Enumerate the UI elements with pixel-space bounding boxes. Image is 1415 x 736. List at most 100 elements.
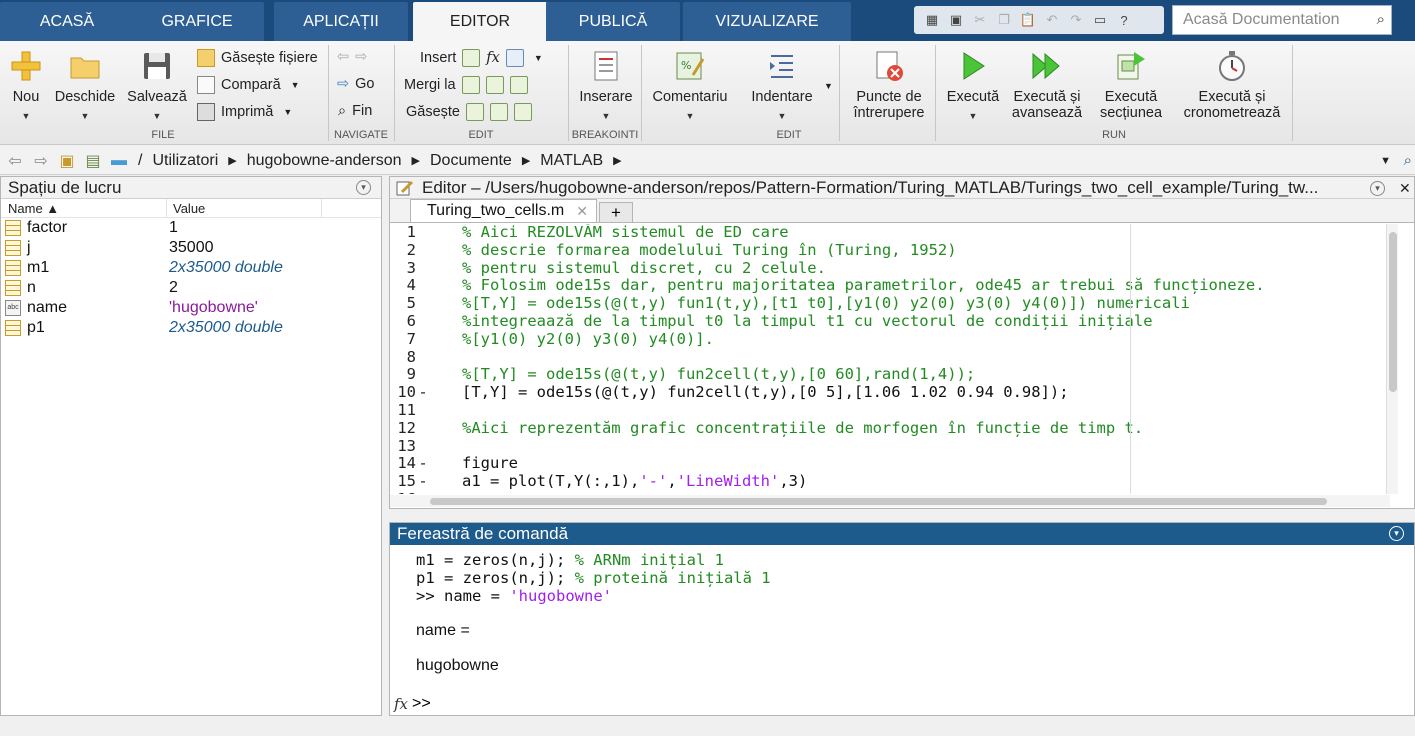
- run-section-button[interactable]: Execută secțiunea: [1094, 49, 1168, 121]
- code-line[interactable]: 5 %[T,Y] = ode15s(@(t,y) fun1(t,y),[t1 t0…: [390, 294, 1414, 313]
- code-line[interactable]: 10- [T,Y] = ode15s(@(t,y) fun2cell(t,y),[…: [390, 383, 1414, 402]
- column-header-name[interactable]: Name ▲: [1, 199, 167, 217]
- smart-indent-icon[interactable]: [514, 103, 532, 121]
- switch-windows-icon[interactable]: ▭: [1090, 10, 1110, 30]
- editor-horizontal-scrollbar[interactable]: [390, 495, 1390, 507]
- wrap-icon[interactable]: [485, 76, 504, 94]
- insert-section-icon[interactable]: [462, 49, 481, 67]
- chevron-right-icon[interactable]: ▶: [412, 154, 420, 167]
- command-prompt[interactable]: fx >>: [394, 695, 431, 713]
- breakpoint-dash[interactable]: -: [416, 383, 430, 402]
- code-line[interactable]: 11: [390, 401, 1414, 420]
- save-button[interactable]: Salvează ▼: [124, 49, 190, 124]
- column-header-value[interactable]: Value: [167, 199, 322, 217]
- redo-icon[interactable]: ↷: [1066, 10, 1086, 30]
- tab-apps[interactable]: APLICAȚII: [274, 2, 408, 41]
- goto-label[interactable]: Mergi la: [404, 77, 456, 93]
- tab-turing-two-cells[interactable]: Turing_two_cells.m ✕: [410, 199, 597, 222]
- run-and-time-button[interactable]: Execută și cronometrează: [1178, 49, 1286, 121]
- code-line[interactable]: 13: [390, 437, 1414, 456]
- comment-icon[interactable]: [461, 76, 480, 94]
- new-tab-button[interactable]: +: [598, 202, 633, 222]
- run-button[interactable]: Execută ▼: [943, 49, 1003, 124]
- indent-button[interactable]: Indentare ▼: [744, 49, 820, 124]
- editor-vertical-scrollbar[interactable]: [1386, 224, 1398, 494]
- panel-actions-icon[interactable]: ▾: [1389, 526, 1404, 541]
- panel-actions-icon[interactable]: ▾: [1370, 180, 1385, 196]
- compare-button[interactable]: Compară ▼: [197, 76, 300, 94]
- back-arrow-icon[interactable]: ⇦: [337, 49, 349, 65]
- open-button[interactable]: Deschide ▼: [52, 49, 118, 124]
- breadcrumb-documents[interactable]: Documente: [430, 152, 512, 170]
- workspace-row[interactable]: j 35000: [1, 238, 381, 258]
- code-line[interactable]: 3 % pentru sistemul discret, cu 2 celule.: [390, 259, 1414, 278]
- chevron-right-icon[interactable]: ▶: [613, 154, 621, 167]
- print-button[interactable]: Imprimă ▼: [197, 103, 292, 121]
- find-files-button[interactable]: Găsește fișiere: [197, 49, 318, 67]
- breadcrumb-root[interactable]: /: [138, 152, 142, 170]
- close-icon[interactable]: ✕: [1399, 180, 1411, 197]
- layout-icon[interactable]: ▦: [922, 10, 942, 30]
- code-line[interactable]: 6 %integreaază de la timpul t0 la timpul …: [390, 312, 1414, 331]
- comment-button[interactable]: % Comentariu ▼: [648, 49, 732, 124]
- cut-icon[interactable]: ✂: [970, 10, 990, 30]
- decrease-indent-icon[interactable]: [466, 103, 484, 121]
- code-line[interactable]: 16: [390, 490, 1414, 494]
- save-icon[interactable]: ▣: [946, 10, 966, 30]
- code-line[interactable]: 15- a1 = plot(T,Y(:,1),'-','LineWidth',3): [390, 472, 1414, 491]
- back-forward-buttons[interactable]: ⇦ ⇨: [337, 49, 367, 65]
- workspace-row[interactable]: m1 2x35000 double: [1, 258, 381, 278]
- tab-view[interactable]: VIZUALIZARE: [683, 2, 851, 41]
- workspace-row[interactable]: abc name 'hugobowne': [1, 298, 381, 318]
- chevron-right-icon[interactable]: ▶: [228, 154, 236, 167]
- insert-function-icon[interactable]: [505, 49, 524, 67]
- code-line[interactable]: 7 %[y1(0) y2(0) y3(0) y4(0)].: [390, 330, 1414, 349]
- documentation-search-input[interactable]: Acasă Documentation ⌕: [1172, 5, 1392, 35]
- fx-icon[interactable]: fx: [486, 50, 500, 66]
- code-line[interactable]: 14- figure: [390, 455, 1414, 473]
- tab-editor[interactable]: EDITOR: [413, 2, 547, 41]
- scroll-thumb[interactable]: [1389, 232, 1397, 392]
- close-tab-icon[interactable]: ✕: [576, 203, 588, 220]
- workspace-row[interactable]: factor 1: [1, 218, 381, 238]
- command-window[interactable]: Fereastră de comandă ▾ m1 = zeros(n,j); …: [389, 522, 1415, 716]
- code-editor[interactable]: 1 % Aici REZOLVĂM sistemul de ED care 2 % …: [390, 224, 1414, 494]
- search-icon[interactable]: ⌕: [1377, 11, 1385, 28]
- new-button[interactable]: Nou ▼: [6, 49, 46, 124]
- run-advance-button[interactable]: Execută și avansează: [1008, 49, 1086, 121]
- find-replace-label[interactable]: Găsește: [406, 104, 460, 120]
- copy-icon[interactable]: ❐: [994, 10, 1014, 30]
- code-line[interactable]: 12 %Aici reprezentăm grafic concentrațiil…: [390, 419, 1414, 438]
- code-line[interactable]: 9 %[T,Y] = ode15s(@(t,y) fun2cell(t,y),[0…: [390, 366, 1414, 384]
- increase-indent-icon[interactable]: [490, 103, 508, 121]
- find-button[interactable]: ⌕ Fin: [338, 103, 372, 119]
- breadcrumb-users[interactable]: Utilizatori: [152, 152, 218, 170]
- browse-folder-icon[interactable]: ▤: [82, 150, 104, 172]
- back-arrow-icon[interactable]: ⇦: [4, 150, 26, 172]
- help-icon[interactable]: ?: [1114, 10, 1134, 30]
- forward-arrow-icon[interactable]: ⇨: [30, 150, 52, 172]
- paste-icon[interactable]: 📋: [1018, 10, 1038, 30]
- tab-home[interactable]: ACASĂ: [0, 2, 134, 41]
- code-line[interactable]: 2 % descrie formarea modelului Turing în …: [390, 241, 1414, 260]
- indent-icon[interactable]: [509, 76, 528, 94]
- undo-icon[interactable]: ↶: [1042, 10, 1062, 30]
- tab-plots[interactable]: GRAFICE: [130, 2, 264, 41]
- chevron-right-icon[interactable]: ▶: [522, 154, 530, 167]
- breadcrumb-matlab[interactable]: MATLAB: [540, 152, 603, 170]
- forward-arrow-icon[interactable]: ⇨: [355, 49, 367, 65]
- breadcrumb-user[interactable]: hugobowne-anderson: [247, 152, 402, 170]
- tab-publish[interactable]: PUBLICĂ: [546, 2, 680, 41]
- up-folder-icon[interactable]: ▣: [56, 150, 78, 172]
- indent-dropdown[interactable]: ▼: [820, 81, 833, 91]
- chevron-down-icon[interactable]: ▼: [1380, 155, 1391, 167]
- chevron-down-icon[interactable]: ▼: [534, 53, 543, 63]
- go-to-button[interactable]: ⇨ Go: [337, 76, 375, 92]
- breakpoint-dash[interactable]: -: [416, 455, 430, 473]
- code-line[interactable]: 4 % Folosim ode15s dar, pentru majoritate…: [390, 277, 1414, 295]
- panel-actions-icon[interactable]: ▾: [356, 180, 371, 195]
- fx-icon[interactable]: fx: [394, 695, 408, 713]
- workspace-row[interactable]: p1 2x35000 double: [1, 318, 381, 338]
- insert-breakpoint-button[interactable]: Inserare ▼: [574, 49, 638, 124]
- breakpoints-button[interactable]: Puncte de întrerupere: [846, 49, 932, 121]
